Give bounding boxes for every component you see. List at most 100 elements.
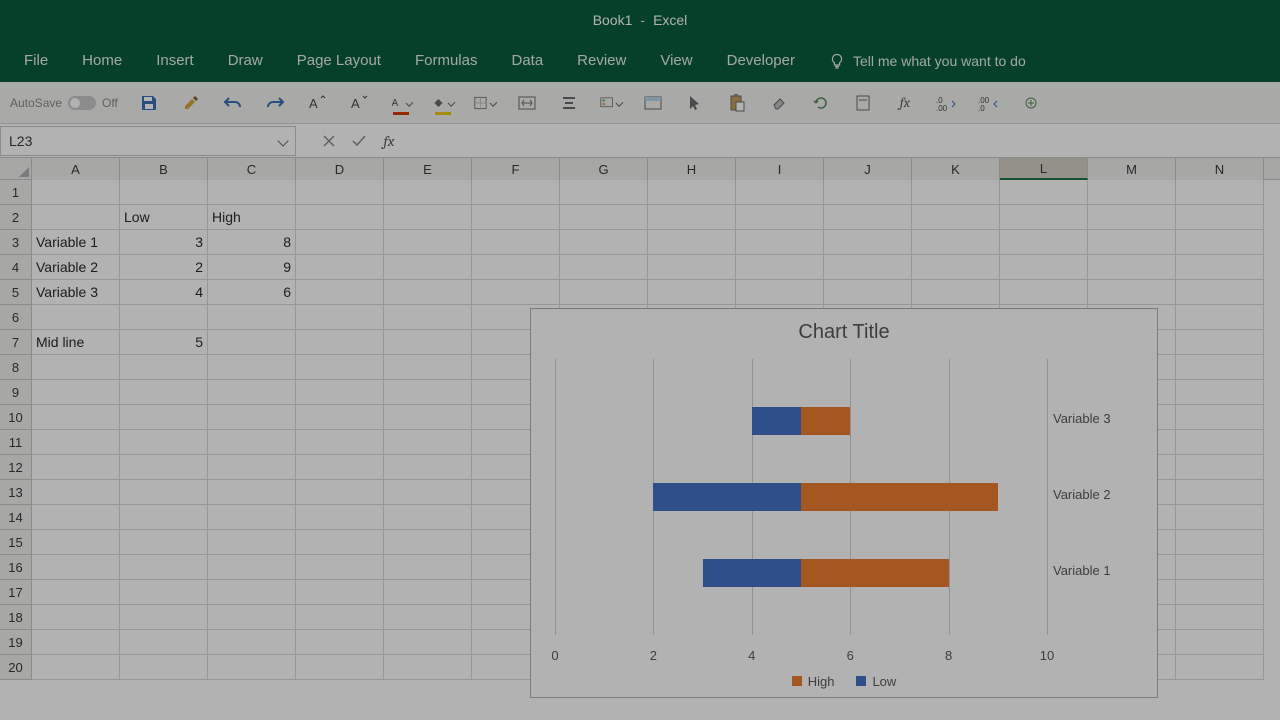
bar-high[interactable] <box>801 407 850 435</box>
tab-developer[interactable]: Developer <box>711 42 811 81</box>
cell[interactable] <box>32 530 120 555</box>
cell[interactable] <box>296 255 384 280</box>
cell[interactable] <box>648 255 736 280</box>
cell[interactable] <box>824 280 912 305</box>
borders-button[interactable] <box>474 92 496 114</box>
cell[interactable]: 2 <box>120 255 208 280</box>
row-header[interactable]: 12 <box>0 455 32 480</box>
cell[interactable] <box>1176 655 1264 680</box>
cell[interactable] <box>120 505 208 530</box>
cell[interactable] <box>296 480 384 505</box>
merge-center-button[interactable] <box>516 92 538 114</box>
font-grow-button[interactable]: A <box>306 92 328 114</box>
tab-home[interactable]: Home <box>66 42 138 81</box>
row-header[interactable]: 20 <box>0 655 32 680</box>
cell[interactable] <box>1176 455 1264 480</box>
cell[interactable]: 3 <box>120 230 208 255</box>
bar-low[interactable] <box>653 483 801 511</box>
cell[interactable] <box>1088 255 1176 280</box>
row-header[interactable]: 18 <box>0 605 32 630</box>
cell[interactable] <box>208 355 296 380</box>
cell[interactable] <box>384 630 472 655</box>
cell[interactable] <box>1176 305 1264 330</box>
cell[interactable] <box>32 355 120 380</box>
center-align-button[interactable] <box>558 92 580 114</box>
cell[interactable] <box>384 380 472 405</box>
cell[interactable] <box>1088 205 1176 230</box>
cell[interactable]: 4 <box>120 280 208 305</box>
cell[interactable] <box>1176 330 1264 355</box>
cell[interactable]: Low <box>120 205 208 230</box>
cell[interactable] <box>296 230 384 255</box>
cell[interactable] <box>1176 380 1264 405</box>
chart-plot-area[interactable]: 0246810Variable 3Variable 2Variable 1 <box>555 359 1047 635</box>
column-header[interactable]: J <box>824 158 912 180</box>
bar-high[interactable] <box>801 559 949 587</box>
cell[interactable] <box>296 630 384 655</box>
cell[interactable] <box>120 555 208 580</box>
cell[interactable] <box>1088 180 1176 205</box>
cell[interactable] <box>296 205 384 230</box>
formula-input[interactable] <box>404 127 1274 155</box>
cell[interactable] <box>736 230 824 255</box>
cell[interactable] <box>648 230 736 255</box>
column-header[interactable]: A <box>32 158 120 180</box>
cell[interactable] <box>208 480 296 505</box>
cell[interactable]: 5 <box>120 330 208 355</box>
row-header[interactable]: 6 <box>0 305 32 330</box>
cell[interactable] <box>384 605 472 630</box>
cancel-formula-button[interactable] <box>314 128 344 154</box>
cell[interactable]: 6 <box>208 280 296 305</box>
cell[interactable] <box>384 230 472 255</box>
cell[interactable] <box>32 505 120 530</box>
cell[interactable] <box>296 355 384 380</box>
cell[interactable] <box>120 580 208 605</box>
cell[interactable] <box>736 255 824 280</box>
cell[interactable] <box>120 405 208 430</box>
column-header[interactable]: D <box>296 158 384 180</box>
tab-data[interactable]: Data <box>495 42 559 81</box>
row-header[interactable]: 8 <box>0 355 32 380</box>
cell[interactable] <box>824 230 912 255</box>
cell[interactable] <box>912 205 1000 230</box>
tab-formulas[interactable]: Formulas <box>399 42 494 81</box>
cell[interactable] <box>472 280 560 305</box>
row-header[interactable]: 16 <box>0 555 32 580</box>
cell[interactable] <box>648 205 736 230</box>
row-header[interactable]: 11 <box>0 430 32 455</box>
cell[interactable] <box>560 230 648 255</box>
cell[interactable] <box>1000 230 1088 255</box>
column-header[interactable]: F <box>472 158 560 180</box>
cell[interactable] <box>208 505 296 530</box>
cell[interactable] <box>296 430 384 455</box>
cell[interactable] <box>32 380 120 405</box>
row-header[interactable]: 9 <box>0 380 32 405</box>
cell[interactable] <box>120 180 208 205</box>
cell[interactable] <box>1088 230 1176 255</box>
cell[interactable] <box>384 555 472 580</box>
cell[interactable] <box>208 430 296 455</box>
cell[interactable] <box>1176 555 1264 580</box>
column-header[interactable]: M <box>1088 158 1176 180</box>
column-header[interactable]: C <box>208 158 296 180</box>
cell[interactable] <box>120 380 208 405</box>
cell[interactable] <box>296 605 384 630</box>
cell[interactable] <box>32 480 120 505</box>
column-header[interactable]: H <box>648 158 736 180</box>
cell[interactable] <box>1176 255 1264 280</box>
cell[interactable] <box>1176 180 1264 205</box>
cell[interactable] <box>472 205 560 230</box>
cell[interactable] <box>32 555 120 580</box>
cell[interactable] <box>384 305 472 330</box>
touch-mode-button[interactable] <box>180 92 202 114</box>
cell[interactable] <box>1176 280 1264 305</box>
column-header[interactable]: N <box>1176 158 1264 180</box>
cell[interactable] <box>736 205 824 230</box>
cell[interactable] <box>32 305 120 330</box>
cell[interactable] <box>736 180 824 205</box>
clear-button[interactable] <box>768 92 790 114</box>
row-header[interactable]: 19 <box>0 630 32 655</box>
cell[interactable] <box>1176 405 1264 430</box>
cell[interactable] <box>208 530 296 555</box>
cell[interactable] <box>1088 280 1176 305</box>
